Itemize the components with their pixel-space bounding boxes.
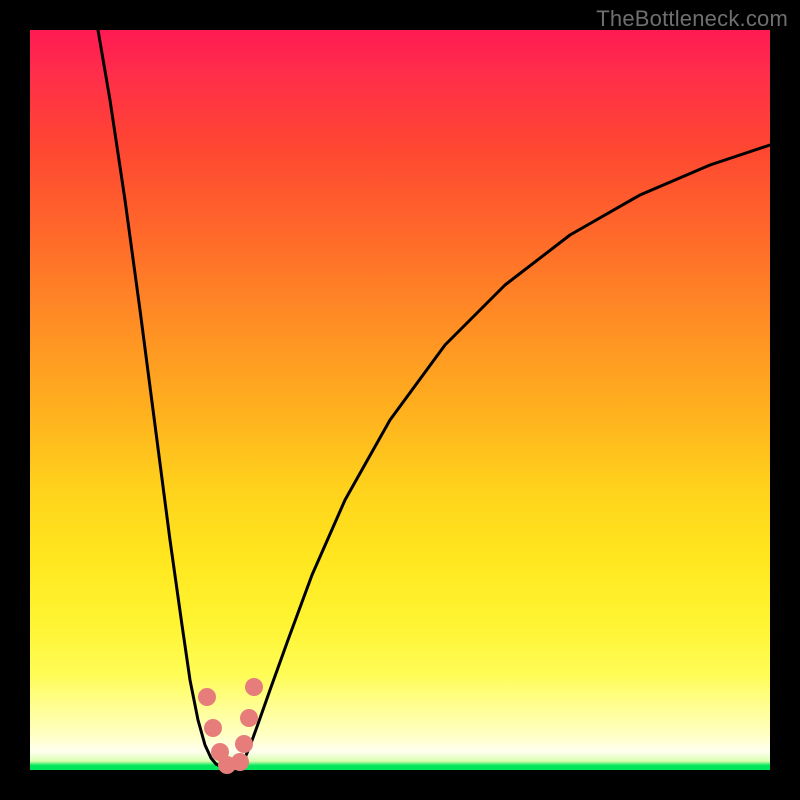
plot-area	[30, 30, 770, 770]
chart-frame: TheBottleneck.com	[0, 0, 800, 800]
dot-right-1	[245, 678, 263, 696]
series-left-arm	[98, 30, 220, 766]
dot-left-2	[204, 719, 222, 737]
dot-left-1	[198, 688, 216, 706]
curve-layer	[30, 30, 770, 770]
series-right-arm	[240, 145, 770, 766]
dot-right-4	[231, 753, 249, 771]
dot-right-3	[235, 735, 253, 753]
watermark-text: TheBottleneck.com	[596, 6, 788, 32]
dot-right-2	[240, 709, 258, 727]
